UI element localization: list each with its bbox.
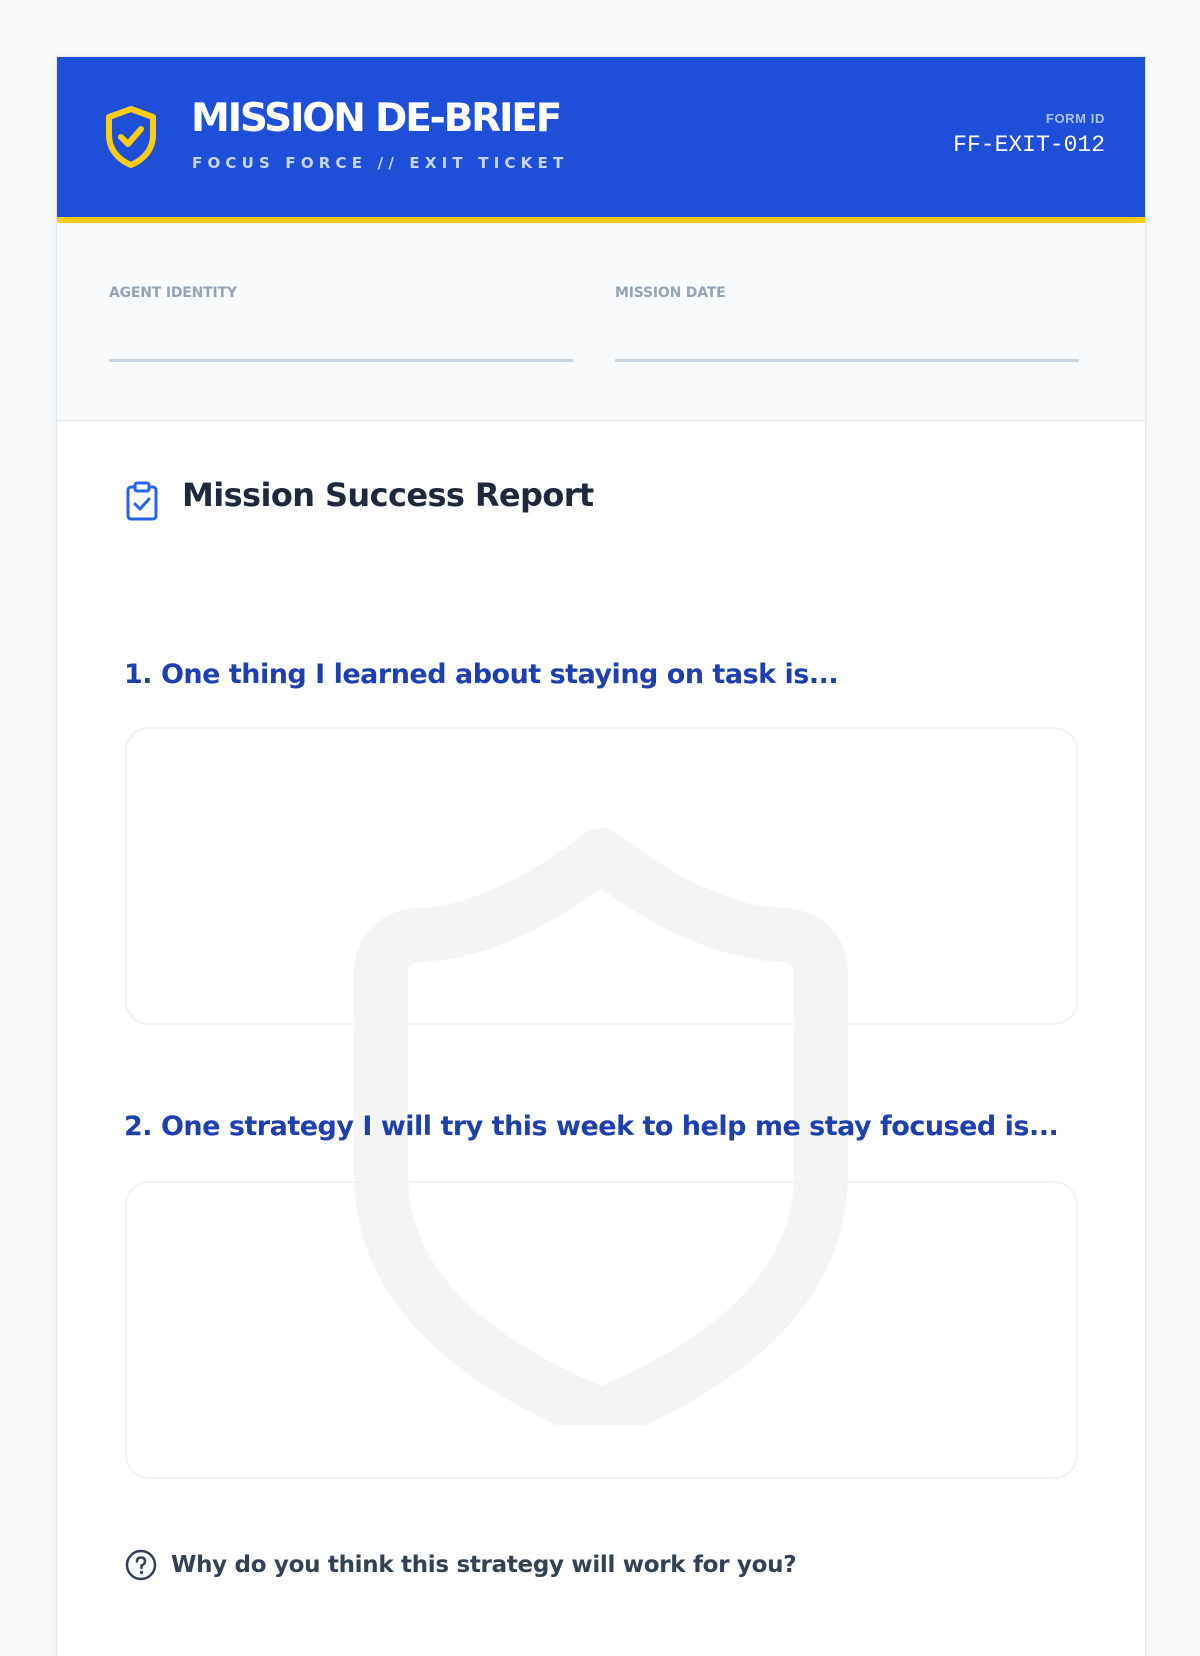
question-2-answer[interactable] — [125, 1181, 1078, 1479]
followup-prompt: Why do you think this strategy will work… — [125, 1549, 797, 1581]
followup-question: Why do you think this strategy will work… — [171, 1552, 797, 1578]
question-1-answer[interactable] — [125, 727, 1078, 1025]
form-id-value: FF-EXIT-012 — [953, 132, 1105, 158]
page-title: MISSION DE-BRIEF — [191, 96, 562, 141]
mission-date-input[interactable] — [615, 359, 1079, 362]
question-1-prompt: 1. One thing I learned about staying on … — [124, 659, 839, 690]
mission-header: MISSION DE-BRIEF FOCUS FORCE // EXIT TIC… — [57, 57, 1145, 223]
form-id-label: FORM ID — [1045, 111, 1105, 126]
agent-identity-label: AGENT IDENTITY — [109, 285, 237, 301]
section-title: Mission Success Report — [182, 476, 594, 514]
question-2-prompt: 2. One strategy I will try this week to … — [124, 1111, 1059, 1142]
agent-info-band: AGENT IDENTITY MISSION DATE — [57, 223, 1145, 421]
help-circle-icon — [125, 1549, 157, 1581]
mission-date-label: MISSION DATE — [615, 285, 726, 301]
agent-identity-input[interactable] — [109, 359, 573, 362]
exit-ticket-page: MISSION DE-BRIEF FOCUS FORCE // EXIT TIC… — [56, 56, 1146, 1656]
shield-check-icon — [106, 106, 156, 168]
page-subtitle: FOCUS FORCE // EXIT TICKET — [192, 154, 569, 172]
clipboard-check-icon — [126, 481, 158, 521]
